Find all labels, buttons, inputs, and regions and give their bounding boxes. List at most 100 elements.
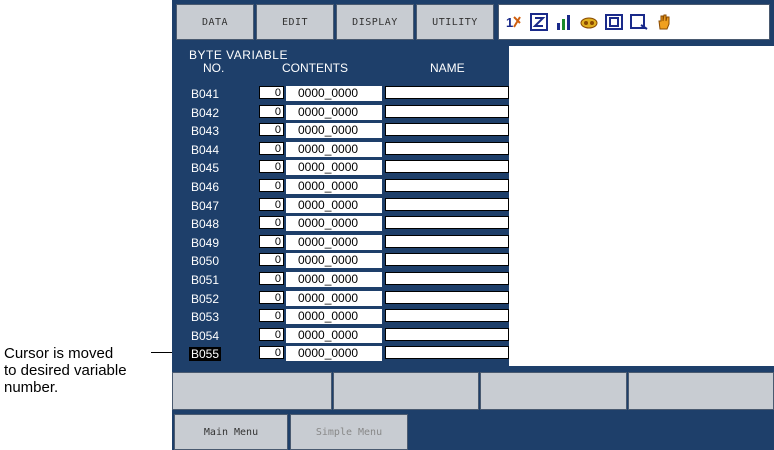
name-field[interactable] <box>385 86 509 99</box>
decimal-value-field[interactable]: 0 <box>259 160 284 174</box>
name-field[interactable] <box>385 197 509 211</box>
speed-icon <box>580 13 598 31</box>
top-menu-bar: DATA EDIT DISPLAY UTILITY 1 <box>172 0 774 44</box>
variable-row[interactable]: B041 0 0000_0000 <box>185 86 509 101</box>
annotation-text: Cursor is moved to desired variable numb… <box>4 345 174 396</box>
decimal-value-field[interactable]: 0 <box>259 346 284 360</box>
pendant-screen: DATA EDIT DISPLAY UTILITY 1 BYTE VARIABL… <box>172 0 774 450</box>
storage-icon <box>605 13 623 31</box>
name-field[interactable] <box>385 141 509 155</box>
menu-edit-button[interactable]: EDIT <box>256 4 334 40</box>
variable-row[interactable]: B053 0 0000_0000 <box>185 309 509 325</box>
decimal-value-field[interactable]: 0 <box>259 197 284 211</box>
decimal-value-field[interactable]: 0 <box>259 290 284 304</box>
variable-number[interactable]: B046 <box>191 180 219 194</box>
decimal-value-field[interactable]: 0 <box>259 309 284 323</box>
variable-row[interactable]: B052 0 0000_0000 <box>185 290 509 306</box>
name-field[interactable] <box>385 160 509 174</box>
menu-utility-button[interactable]: UTILITY <box>416 4 494 40</box>
function-key-1[interactable] <box>172 372 332 410</box>
name-field[interactable] <box>385 123 509 137</box>
variable-number[interactable]: B050 <box>191 254 219 268</box>
variable-row[interactable]: B043 0 0000_0000 <box>185 123 509 139</box>
variable-row[interactable]: B048 0 0000_0000 <box>185 216 509 232</box>
variable-number[interactable]: B042 <box>191 106 219 120</box>
name-field[interactable] <box>385 290 509 304</box>
variable-row[interactable]: B051 0 0000_0000 <box>185 272 509 287</box>
variable-number[interactable]: B043 <box>191 124 219 138</box>
binary-value: 0000_0000 <box>286 234 382 250</box>
name-field[interactable] <box>385 253 509 267</box>
variable-number[interactable]: B045 <box>191 161 219 175</box>
binary-value: 0000_0000 <box>286 216 382 232</box>
variable-row[interactable]: B045 0 0000_0000 <box>185 160 509 176</box>
decimal-value-field[interactable]: 0 <box>259 234 284 248</box>
variable-row[interactable]: B046 0 0000_0000 <box>185 179 509 194</box>
name-field[interactable] <box>385 234 509 248</box>
binary-value: 0000_0000 <box>286 86 382 101</box>
binary-value: 0000_0000 <box>286 290 382 306</box>
variable-row[interactable]: B055 0 0000_0000 <box>185 346 509 362</box>
binary-value: 0000_0000 <box>286 104 382 120</box>
binary-value: 0000_0000 <box>286 197 382 213</box>
binary-value: 0000_0000 <box>286 141 382 157</box>
variable-row[interactable]: B054 0 0000_0000 <box>185 327 509 343</box>
variable-number[interactable]: B054 <box>191 329 219 343</box>
decimal-value-field[interactable]: 0 <box>259 216 284 230</box>
variable-row[interactable]: B042 0 0000_0000 <box>185 104 509 120</box>
function-key-bar <box>172 370 774 412</box>
variable-number[interactable]: B044 <box>191 143 219 157</box>
decimal-value-field[interactable]: 0 <box>259 104 284 118</box>
function-key-4[interactable] <box>628 372 774 410</box>
decimal-value-field[interactable]: 0 <box>259 141 284 155</box>
decimal-value-field[interactable]: 0 <box>259 86 284 99</box>
annotation-line: Cursor is moved <box>4 345 114 362</box>
page-icon <box>630 13 648 31</box>
hand-icon <box>655 13 673 31</box>
variable-number[interactable]: B049 <box>191 236 219 250</box>
function-key-3[interactable] <box>480 372 627 410</box>
binary-value: 0000_0000 <box>286 253 382 269</box>
binary-value: 0000_0000 <box>286 160 382 176</box>
variable-number[interactable]: B048 <box>191 217 219 231</box>
decimal-value-field[interactable]: 0 <box>259 327 284 341</box>
variable-number[interactable]: B052 <box>191 292 219 306</box>
name-field[interactable] <box>385 216 509 230</box>
decimal-value-field[interactable]: 0 <box>259 123 284 137</box>
variable-number[interactable]: B047 <box>191 199 219 213</box>
bottom-menu-bar: Main Menu Simple Menu <box>172 414 774 450</box>
svg-text:1: 1 <box>506 15 513 30</box>
simple-menu-button[interactable]: Simple Menu <box>290 414 408 450</box>
variable-number[interactable]: B053 <box>191 310 219 324</box>
binary-value: 0000_0000 <box>286 123 382 139</box>
name-field[interactable] <box>385 327 509 341</box>
function-key-2[interactable] <box>333 372 479 410</box>
variable-row[interactable]: B044 0 0000_0000 <box>185 141 509 157</box>
teach-mode-icon <box>530 13 548 31</box>
variable-row[interactable]: B049 0 0000_0000 <box>185 234 509 250</box>
name-field[interactable] <box>385 104 509 118</box>
coord-mode-icon: 1 <box>505 13 523 31</box>
menu-display-button[interactable]: DISPLAY <box>336 4 414 40</box>
decimal-value-field[interactable]: 0 <box>259 253 284 267</box>
variable-number-selected[interactable]: B055 <box>189 347 222 362</box>
main-menu-button[interactable]: Main Menu <box>174 414 288 450</box>
variable-row[interactable]: B047 0 0000_0000 <box>185 197 509 213</box>
variable-row[interactable]: B050 0 0000_0000 <box>185 253 509 269</box>
variable-number[interactable]: B041 <box>191 87 219 101</box>
binary-value: 0000_0000 <box>286 309 382 325</box>
decimal-value-field[interactable]: 0 <box>259 272 284 285</box>
name-field[interactable] <box>385 309 509 323</box>
menu-data-button[interactable]: DATA <box>176 4 254 40</box>
binary-value: 0000_0000 <box>286 346 382 362</box>
variable-number[interactable]: B051 <box>191 273 219 287</box>
panel-title: BYTE VARIABLE <box>189 48 288 62</box>
name-field[interactable] <box>385 346 509 360</box>
column-header-contents: CONTENTS <box>282 61 348 75</box>
name-field[interactable] <box>385 272 509 285</box>
binary-value: 0000_0000 <box>286 327 382 343</box>
annotation-line: to desired variable <box>4 362 127 379</box>
name-field[interactable] <box>385 179 509 192</box>
decimal-value-field[interactable]: 0 <box>259 179 284 192</box>
main-content-area: BYTE VARIABLE NO. CONTENTS NAME B041 0 000… <box>185 46 774 366</box>
